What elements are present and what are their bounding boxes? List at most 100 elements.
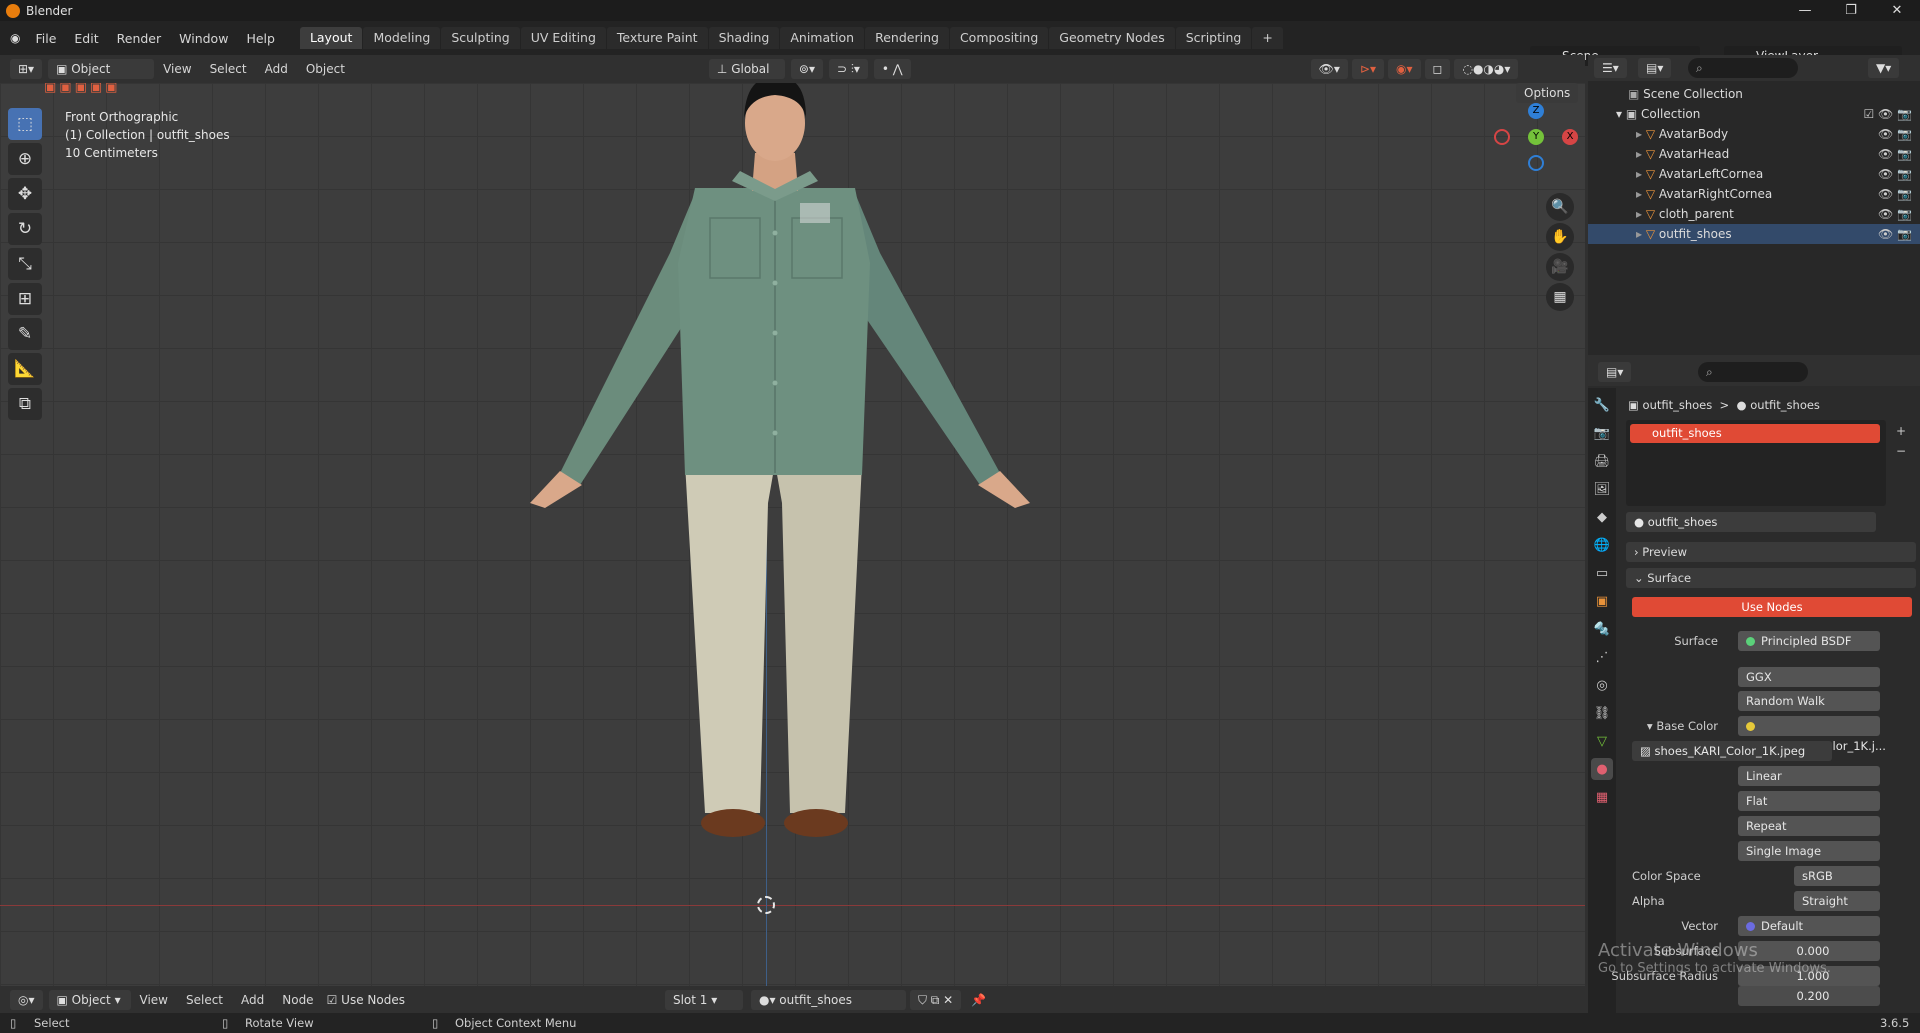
options-button[interactable]: Options	[1516, 83, 1579, 103]
view-layer-tab-icon[interactable]: 🖼	[1591, 478, 1613, 500]
world-tab-icon[interactable]: 🌐	[1591, 534, 1613, 556]
minimize-button[interactable]: —	[1782, 0, 1828, 21]
distribution-dropdown[interactable]: GGX	[1738, 667, 1880, 687]
menu-window[interactable]: Window	[170, 31, 237, 46]
menu-edit[interactable]: Edit	[65, 31, 107, 46]
node-menu-add[interactable]: Add	[232, 993, 273, 1007]
tab-layout[interactable]: Layout	[299, 27, 363, 49]
viewport-menu-object[interactable]: Object	[297, 62, 354, 76]
color-space-dropdown[interactable]: sRGB	[1794, 866, 1880, 886]
surface-panel-header[interactable]: ⌄ Surface	[1626, 568, 1916, 588]
tab-shading[interactable]: Shading	[708, 27, 780, 49]
scale-tool-icon[interactable]: ⤡	[8, 248, 42, 280]
material-slot-item[interactable]: outfit_shoes	[1630, 424, 1880, 443]
navigation-gizmo[interactable]: Z Y X	[1490, 103, 1580, 183]
3d-viewport[interactable]: ▣▣▣▣▣ Front Orthographic (1) Collection …	[0, 83, 1585, 986]
base-color-field[interactable]: shoes_KARI_Color_1K.j...	[1738, 716, 1886, 753]
orientation-selector[interactable]: ⊥ Global ▾	[708, 59, 785, 96]
tab-modeling[interactable]: Modeling	[363, 27, 441, 49]
particles-tab-icon[interactable]: ⋰	[1591, 646, 1613, 668]
source-dropdown[interactable]: Single Image	[1738, 841, 1880, 861]
interpolation-dropdown[interactable]: Linear	[1738, 766, 1880, 786]
collection-tab-icon[interactable]: ▭	[1591, 562, 1613, 584]
tab-uv-editing[interactable]: UV Editing	[520, 27, 606, 49]
outliner-item-avatarrightcornea[interactable]: ▸ ▽ AvatarRightCornea 👁 📷	[1588, 184, 1920, 204]
slot-add-button[interactable]: +	[1896, 424, 1906, 438]
menu-help[interactable]: Help	[237, 31, 284, 46]
tab-sculpting[interactable]: Sculpting	[441, 27, 520, 49]
physics-tab-icon[interactable]: ◎	[1591, 674, 1613, 696]
render-tab-icon[interactable]: 📷	[1591, 422, 1613, 444]
pan-hand-icon[interactable]: ✋	[1546, 223, 1574, 251]
outliner-item-cloth-parent[interactable]: ▸ ▽ cloth_parent 👁 📷	[1588, 204, 1920, 224]
outliner-item-avatarhead[interactable]: ▸ ▽ AvatarHead 👁 📷	[1588, 144, 1920, 164]
node-menu-select[interactable]: Select	[177, 993, 232, 1007]
node-editor-type-icon[interactable]: ◎▾	[10, 990, 43, 1010]
projection-dropdown[interactable]: Flat	[1738, 791, 1880, 811]
visibility-icons[interactable]: 👁 📷	[1878, 164, 1912, 184]
tool-tab-icon[interactable]: 🔧	[1591, 394, 1613, 416]
use-nodes-checkbox[interactable]: ☑ Use Nodes	[327, 993, 405, 1007]
gizmo-z-axis[interactable]: Z	[1528, 103, 1544, 119]
collapse-chevron-icon[interactable]: ▾	[1616, 107, 1626, 121]
tab-scripting[interactable]: Scripting	[1175, 27, 1252, 49]
scene-tab-icon[interactable]: ◆	[1591, 506, 1613, 528]
viewport-menu-view[interactable]: View	[154, 62, 200, 76]
close-button[interactable]: ✕	[1874, 0, 1920, 21]
visibility-icons[interactable]: 👁 📷	[1878, 184, 1912, 204]
visibility-icons[interactable]: 👁 📷	[1878, 204, 1912, 224]
outliner-editor-type-icon[interactable]: ☰▾	[1594, 58, 1627, 78]
collection-toggle-icons[interactable]: ☑ 👁 📷	[1863, 104, 1912, 124]
surface-shader-field[interactable]: Principled BSDF	[1738, 631, 1880, 651]
outliner-search-input[interactable]: ⌕	[1688, 58, 1798, 78]
editor-type-button[interactable]: ⊞▾	[10, 59, 43, 79]
pin-icon[interactable]: 📌	[971, 993, 986, 1007]
move-tool-icon[interactable]: ✥	[8, 178, 42, 210]
snap-icon[interactable]: ⊃ ⫶▾	[829, 59, 868, 79]
add-cube-tool-icon[interactable]: ⧉	[8, 388, 42, 420]
image-datablock-field[interactable]: ▨ shoes_KARI_Color_1K.jpeg	[1632, 741, 1832, 761]
annotate-tool-icon[interactable]: ✎	[8, 318, 42, 350]
material-tab-icon[interactable]: ●	[1591, 758, 1613, 780]
restore-button[interactable]: ❐	[1828, 0, 1874, 21]
viewport-menu-add[interactable]: Add	[256, 62, 297, 76]
outliner-display-mode-icon[interactable]: ▤▾	[1638, 58, 1672, 78]
proportional-edit-icon[interactable]: • ⋀	[873, 59, 911, 79]
texture-tab-icon[interactable]: ▦	[1591, 786, 1613, 808]
outliner-item-avatarbody[interactable]: ▸ ▽ AvatarBody 👁 📷	[1588, 124, 1920, 144]
data-tab-icon[interactable]: ▽	[1591, 730, 1613, 752]
gizmo-neg-z[interactable]	[1528, 155, 1544, 171]
pivot-icon[interactable]: ⊚▾	[790, 59, 823, 79]
visibility-icon[interactable]: 👁▾	[1310, 59, 1348, 79]
node-menu-view[interactable]: View	[131, 993, 177, 1007]
selection-mode-icons[interactable]: ▣▣▣▣▣	[44, 83, 120, 95]
node-menu-node[interactable]: Node	[273, 993, 322, 1007]
gizmo-toggle-icon[interactable]: ⊳▾	[1351, 59, 1384, 79]
outliner-filter-icon[interactable]: ▼▾	[1868, 58, 1900, 78]
scene-collection-row[interactable]: ▣ Scene Collection	[1588, 84, 1920, 104]
material-name-field[interactable]: ● outfit_shoes	[1626, 512, 1876, 532]
collection-row[interactable]: ▾ ▣ Collection ☑ 👁 📷	[1588, 104, 1920, 124]
material-browse-dropdown[interactable]: ●▾ outfit_shoes	[750, 990, 906, 1010]
cursor-tool-icon[interactable]: ⊕	[8, 143, 42, 175]
gizmo-neg-x[interactable]	[1494, 129, 1510, 145]
overlay-toggle-icon[interactable]: ◉▾	[1388, 59, 1421, 79]
xray-icon[interactable]: ◻	[1424, 59, 1451, 79]
transform-tool-icon[interactable]: ⊞	[8, 283, 42, 315]
subsurface-radius-y[interactable]: 0.200	[1738, 986, 1880, 1006]
ortho-grid-icon[interactable]: ▦	[1546, 283, 1574, 311]
add-workspace-button[interactable]: +	[1252, 27, 1283, 49]
preview-panel-header[interactable]: › Preview	[1626, 542, 1916, 562]
zoom-icon[interactable]: 🔍	[1546, 193, 1574, 221]
tab-geometry-nodes[interactable]: Geometry Nodes	[1049, 27, 1175, 49]
constraints-tab-icon[interactable]: ⛓	[1591, 702, 1613, 724]
visibility-icons[interactable]: 👁 📷	[1878, 124, 1912, 144]
extension-dropdown[interactable]: Repeat	[1738, 816, 1880, 836]
vector-field[interactable]: Default	[1738, 916, 1880, 936]
menu-file[interactable]: File	[26, 31, 65, 46]
visibility-icons[interactable]: 👁 📷	[1878, 144, 1912, 164]
rotate-tool-icon[interactable]: ↻	[8, 213, 42, 245]
object-type-dropdown[interactable]: ▣ Object ▾	[48, 990, 131, 1010]
subsurface-method-dropdown[interactable]: Random Walk	[1738, 691, 1880, 711]
gizmo-x-axis[interactable]: X	[1562, 129, 1578, 145]
